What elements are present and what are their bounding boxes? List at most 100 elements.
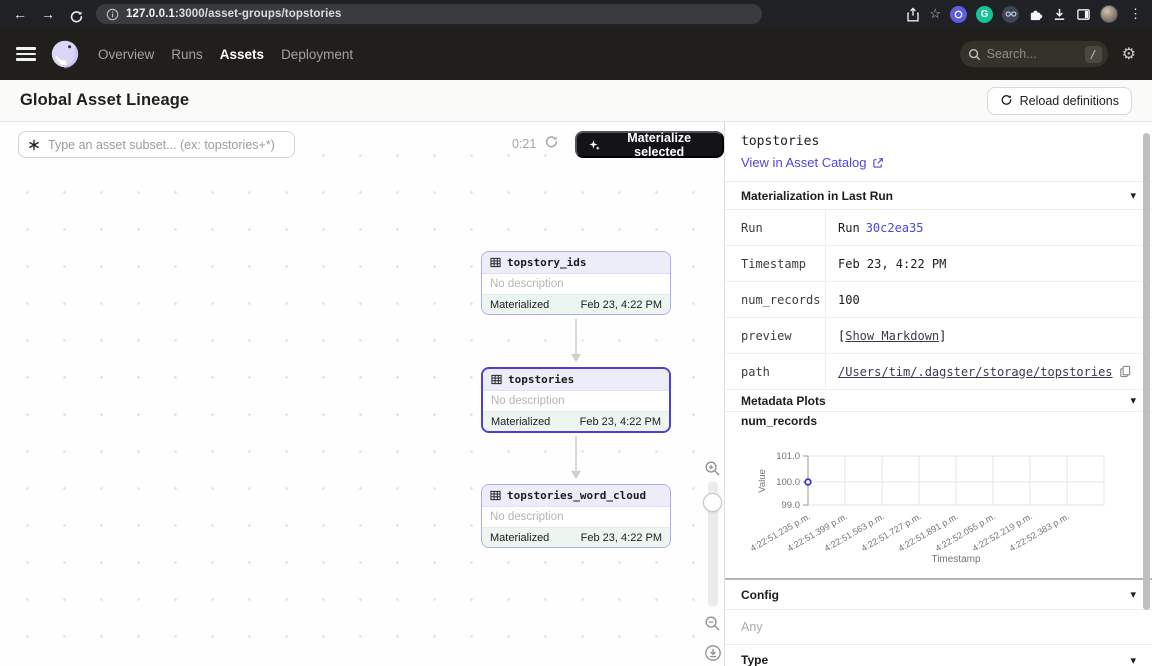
nav-tab-assets[interactable]: Assets [220,47,264,62]
chevron-down-icon[interactable]: ▾ [1130,588,1136,601]
metadata-row-timestamp: Timestamp Feb 23, 4:22 PM [725,246,1152,282]
run-id-link[interactable]: 30c2ea35 [866,221,924,235]
search-shortcut-badge: / [1085,46,1102,63]
section-materialization-last-run[interactable]: Materialization in Last Run ▾ [725,182,1152,210]
zoom-to-fit-button[interactable] [704,644,722,662]
external-link-icon [872,157,884,169]
y-axis-title: Value [757,469,768,493]
asset-description: No description [482,274,670,294]
browser-menu-icon[interactable]: ⋮ [1127,6,1144,22]
refresh-icon [544,135,559,150]
bookmark-star-icon[interactable]: ☆ [929,6,941,22]
page-title: Global Asset Lineage [20,91,189,110]
section-type[interactable]: Type ▾ [725,645,1152,666]
section-title: Materialization in Last Run [741,189,893,203]
address-bar[interactable]: 127.0.0.1:3000/asset-groups/topstories [96,4,762,24]
chevron-down-icon[interactable]: ▾ [1130,189,1136,202]
asset-node-topstories-word-cloud[interactable]: topstories_word_cloud No description Mat… [481,484,671,548]
browser-forward-button[interactable]: → [36,0,60,28]
section-title: Metadata Plots [741,394,826,408]
chart-gridlines-vertical [808,456,1104,505]
view-in-asset-catalog-link[interactable]: View in Asset Catalog [741,155,1136,170]
selected-asset-name: topstories [741,134,1136,149]
browser-profile-avatar[interactable] [1100,5,1118,23]
zoom-out-button[interactable] [704,615,721,632]
zoom-in-button[interactable] [704,460,721,477]
detail-header: topstories View in Asset Catalog [725,122,1152,182]
asset-filter-input[interactable] [48,138,286,152]
row-label: num_records [725,282,825,317]
asset-node-header: topstory_ids [482,252,670,274]
url-host: 127.0.0.1 [126,8,175,20]
password-manager-extension-icon[interactable] [950,6,967,23]
browser-reload-button[interactable] [64,4,88,25]
search-input[interactable] [987,47,1079,61]
asset-name: topstories [508,373,574,386]
metadata-row-path: path /Users/tim/.dagster/storage/topstor… [725,354,1152,390]
grammarly-extension-icon[interactable]: G [976,6,993,23]
reload-icon [1000,94,1013,107]
extensions-puzzle-icon[interactable] [1028,7,1043,22]
nav-tab-deployment[interactable]: Deployment [281,47,353,62]
asset-filter[interactable] [18,131,295,158]
run-prefix: Run [838,221,860,235]
hamburger-menu-icon[interactable] [16,47,36,61]
x-tick-label: 4:22:51.235 p.m. [748,511,812,553]
asset-status: Materialized [490,532,549,544]
share-icon[interactable] [906,7,920,22]
section-metadata-plots[interactable]: Metadata Plots ▾ [725,390,1152,412]
graph-refresh-button[interactable] [544,135,559,150]
show-markdown-link[interactable]: Show Markdown [845,329,939,343]
query-timer: 0:21 [512,137,536,151]
path-link[interactable]: /Users/tim/.dagster/storage/topstories [838,365,1113,379]
downloads-icon[interactable] [1052,7,1067,22]
reload-definitions-button[interactable]: Reload definitions [987,87,1132,115]
table-icon [491,374,502,385]
site-info-icon[interactable] [106,8,119,21]
asset-description: No description [482,507,670,527]
asset-description: No description [483,391,669,411]
zoom-out-icon [704,615,721,632]
detail-panel-scrollbar[interactable] [1143,133,1150,610]
browser-back-button[interactable]: ← [8,0,32,28]
asset-subset-icon [27,138,41,152]
nav-tab-overview[interactable]: Overview [98,47,154,62]
metadata-row-preview: preview [ Show Markdown ] [725,318,1152,354]
settings-gear-icon[interactable]: ⚙ [1122,44,1136,64]
chevron-down-icon[interactable]: ▾ [1130,394,1136,407]
dagster-logo[interactable] [50,39,80,69]
lineage-edge-arrow [575,319,577,360]
browser-actions: ☆ G [906,5,1144,23]
metadata-row-run: Run Run 30c2ea35 [725,210,1152,246]
asset-graph-panel[interactable]: 0:21 Materialize selected [0,122,725,666]
row-label: path [725,354,825,389]
url-path: :3000/asset-groups/topstories [175,8,342,20]
chevron-down-icon[interactable]: ▾ [1130,654,1136,666]
global-search[interactable]: / [960,41,1108,67]
navbar-right: / ⚙ [960,41,1136,67]
asset-materialization-row: Materialized Feb 23, 4:22 PM [483,411,669,431]
row-label: preview [725,318,825,353]
data-point[interactable] [805,479,811,485]
asset-timestamp: Feb 23, 4:22 PM [581,532,662,544]
bracket-close: ] [939,329,946,343]
side-panel-icon[interactable] [1076,7,1091,22]
zoom-to-fit-icon [704,644,722,662]
section-config[interactable]: Config ▾ [725,580,1152,610]
zoom-slider-handle[interactable] [703,493,722,512]
lineage-edge-arrow [575,436,577,477]
config-value: Any [725,610,1152,645]
main-content: 0:21 Materialize selected [0,122,1152,666]
metadata-row-num-records: num_records 100 [725,282,1152,318]
nav-tab-runs[interactable]: Runs [171,47,203,62]
asset-node-topstories[interactable]: topstories No description Materialized F… [481,367,671,433]
asset-name: topstory_ids [507,256,586,269]
glasses-extension-icon[interactable] [1002,6,1019,23]
main-nav-tabs: Overview Runs Assets Deployment [98,47,353,62]
zoom-in-icon [704,460,721,477]
asset-node-topstory-ids[interactable]: topstory_ids No description Materialized… [481,251,671,315]
copy-clipboard-icon[interactable] [1119,365,1132,378]
materialize-selected-button[interactable]: Materialize selected [575,131,724,158]
y-tick-label: 100.0 [776,477,800,488]
asset-timestamp: Feb 23, 4:22 PM [581,299,662,311]
